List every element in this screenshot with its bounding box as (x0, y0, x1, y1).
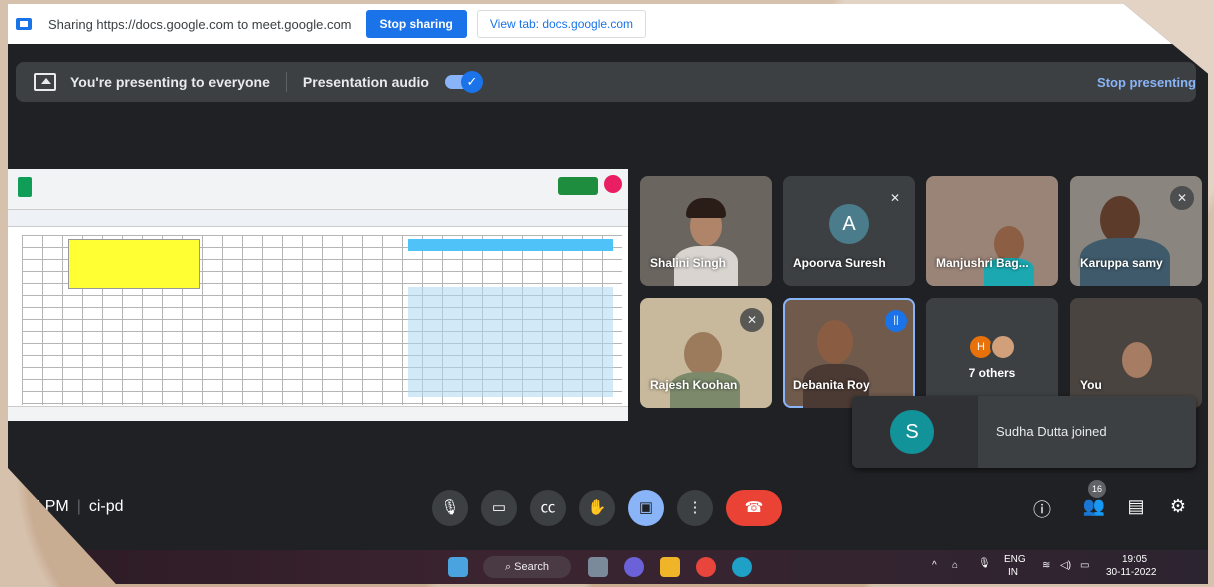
presentation-audio-toggle[interactable]: ✓ (444, 71, 483, 93)
captions-icon[interactable]: ㏄ (530, 490, 566, 526)
others-avatars: H (968, 334, 1016, 360)
avatar-photo (990, 334, 1016, 360)
sharing-text: Sharing https://docs.google.com to meet.… (48, 16, 352, 32)
screen-share-icon (16, 18, 32, 30)
presenting-bar: You're presenting to everyone Presentati… (16, 62, 1196, 102)
sheets-avatar (604, 175, 622, 193)
avatar: A (829, 204, 869, 244)
network-tray-icon[interactable]: ⌂ (952, 560, 958, 571)
spreadsheet-tabs (8, 406, 628, 421)
participant-name: Debanita Roy (793, 378, 870, 392)
spreadsheet-header (8, 169, 628, 210)
volume-icon[interactable]: ◁) (1060, 560, 1071, 571)
sharing-notification-bar: Sharing https://docs.google.com to meet.… (8, 4, 1208, 44)
battery-icon[interactable]: ▭ (1080, 560, 1089, 571)
participant-tile[interactable]: ✕ Karuppa samy (1070, 176, 1202, 286)
divider (285, 72, 287, 92)
stop-presenting-button[interactable]: Stop presenting (1097, 75, 1196, 90)
mic-off-icon: ✕ (1170, 186, 1194, 210)
file-explorer-icon[interactable] (660, 557, 680, 577)
wifi-icon[interactable]: ≋ (1042, 560, 1050, 571)
others-count: 7 others (968, 366, 1016, 380)
shared-screen (8, 169, 628, 421)
others-tile[interactable]: H 7 others (926, 298, 1058, 408)
present-screen-icon[interactable]: ▣ (628, 490, 664, 526)
join-message: Sudha Dutta joined (996, 424, 1107, 439)
language-bottom[interactable]: IN (1008, 567, 1018, 578)
sheets-share-icon (558, 177, 598, 195)
task-view-icon[interactable] (588, 557, 608, 577)
participant-tile-active[interactable]: || Debanita Roy (783, 298, 915, 408)
chrome-icon[interactable] (696, 557, 716, 577)
meeting-info-icon[interactable]: ⓘ (1030, 496, 1054, 522)
camera-icon[interactable]: ▭ (481, 490, 517, 526)
activities-icon[interactable]: ⚙ (1166, 496, 1190, 517)
mic-tray-icon[interactable]: 🎙 (978, 558, 991, 569)
participant-face (1122, 342, 1152, 378)
more-options-icon[interactable]: ⋮ (677, 490, 713, 526)
participant-tile[interactable]: ✕ Rajesh Koohan (640, 298, 772, 408)
participant-hair (686, 198, 726, 218)
participant-tile-self[interactable]: You (1070, 298, 1202, 408)
avatar: S (890, 410, 934, 454)
spreadsheet-highlight-cell (68, 239, 200, 289)
language-top[interactable]: ENG (1004, 554, 1026, 565)
present-screen-icon (34, 73, 56, 91)
stop-sharing-button[interactable]: Stop sharing (365, 10, 467, 38)
participant-name: You (1080, 378, 1102, 392)
windows-start-icon[interactable] (448, 557, 468, 577)
windows-taskbar: ⌕ Search ^ ⌂ 🎙 ENG IN ≋ ◁) ▭ 19:05 30-11… (8, 550, 1208, 584)
participant-face (817, 320, 853, 364)
participant-name: Rajesh Koohan (650, 378, 738, 392)
meet-window: Sharing https://docs.google.com to meet.… (8, 4, 1208, 584)
participant-tile[interactable]: Manjushri Bag... (926, 176, 1058, 286)
microphone-icon[interactable]: 🎙 (432, 490, 468, 526)
participant-name: Apoorva Suresh (793, 256, 886, 270)
participant-face (684, 332, 722, 376)
join-notification: S Sudha Dutta joined (852, 396, 1196, 468)
search-icon: ⌕ (504, 561, 515, 573)
participant-name: Shalini Singh (650, 256, 727, 270)
mic-off-icon: ✕ (883, 186, 907, 210)
tray-chevron-icon[interactable]: ^ (932, 560, 937, 571)
taskbar-search[interactable]: ⌕ Search (483, 556, 571, 578)
divider: | (76, 498, 81, 515)
search-label: Search (514, 561, 550, 573)
participant-name: Manjushri Bag... (936, 256, 1029, 270)
raise-hand-icon[interactable]: ✋ (579, 490, 615, 526)
participant-face (1100, 196, 1140, 244)
spreadsheet-header-band (408, 239, 613, 251)
spreadsheet-toolbar (8, 210, 628, 227)
sheets-logo-icon (18, 177, 32, 197)
edge-icon[interactable] (732, 557, 752, 577)
spreadsheet-blue-columns (408, 287, 613, 397)
mic-off-icon: ✕ (740, 308, 764, 332)
participant-tile[interactable]: ✕ A Apoorva Suresh (783, 176, 915, 286)
chat-icon[interactable]: ▤ (1124, 496, 1148, 517)
meeting-code: ci-pd (88, 498, 124, 515)
clock-time[interactable]: 19:05 (1122, 554, 1147, 565)
speaking-indicator-icon: || (885, 310, 907, 332)
presenting-message: You're presenting to everyone (70, 74, 270, 90)
hang-up-icon[interactable]: ☎ (726, 490, 782, 526)
participant-tile[interactable]: Shalini Singh (640, 176, 772, 286)
people-icon[interactable]: 👥 (1082, 496, 1106, 517)
clock-date[interactable]: 30-11-2022 (1106, 567, 1156, 578)
view-tab-button[interactable]: View tab: docs.google.com (476, 10, 647, 38)
toast-avatar-area: S (852, 396, 978, 468)
check-icon: ✓ (460, 71, 483, 93)
participant-name: Karuppa samy (1080, 256, 1163, 270)
presentation-audio-label: Presentation audio (302, 74, 429, 90)
teams-chat-icon[interactable] (624, 557, 644, 577)
